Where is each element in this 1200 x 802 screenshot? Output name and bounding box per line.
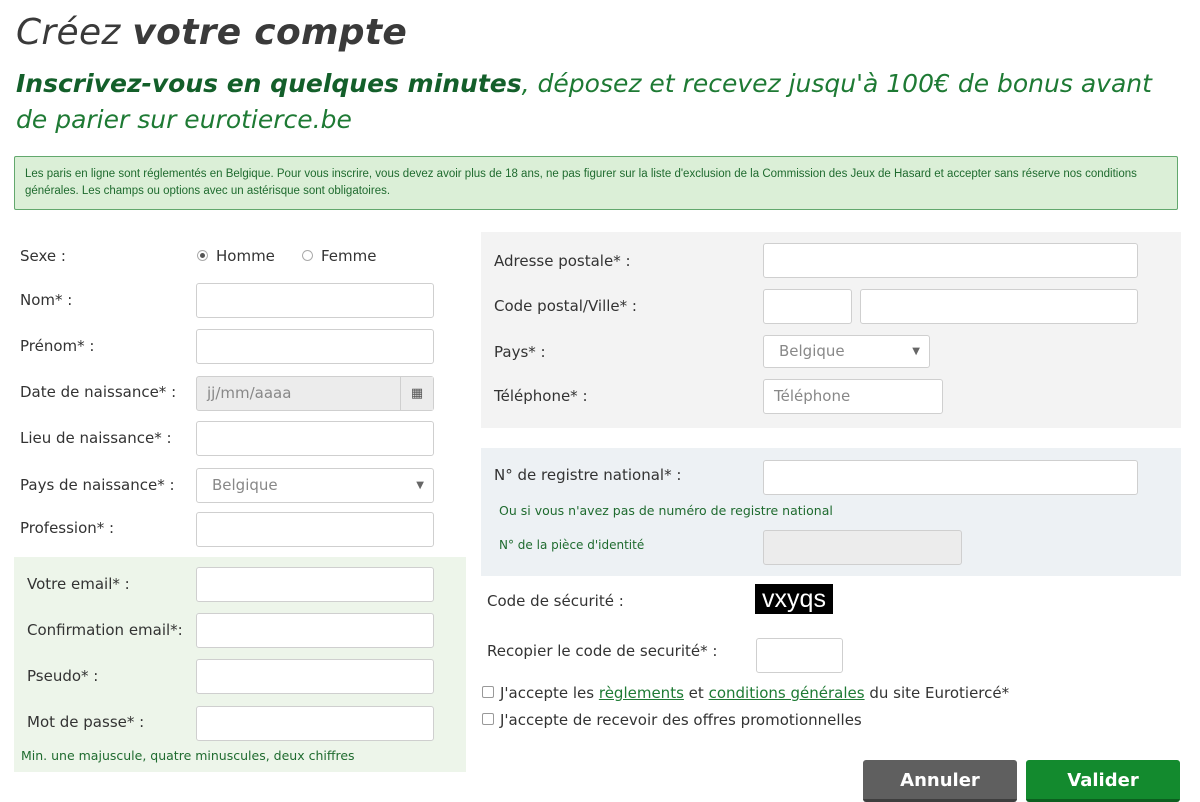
nom-input[interactable]	[196, 283, 434, 318]
email-confirm-label: Confirmation email*:	[27, 621, 183, 639]
radio-homme[interactable]	[197, 250, 208, 261]
profession-input[interactable]	[196, 512, 434, 547]
security-copy-label: Recopier le code de securité* :	[487, 642, 718, 660]
security-code-input[interactable]	[756, 638, 843, 673]
country-value: Belgique	[779, 342, 845, 360]
chevron-down-icon: ▼	[416, 480, 424, 491]
nom-label: Nom* :	[20, 291, 73, 309]
phone-placeholder: Téléphone	[774, 387, 851, 405]
birthdate-label: Date de naissance* :	[20, 383, 177, 401]
submit-button[interactable]: Valider	[1026, 760, 1180, 802]
homme-label[interactable]: Homme	[216, 247, 275, 265]
captcha-image: vxyqs	[755, 584, 833, 614]
password-label: Mot de passe* :	[27, 713, 145, 731]
accept-prefix: J'accepte les	[500, 684, 595, 702]
profession-label: Profession* :	[20, 519, 115, 537]
accept-mid: et	[688, 684, 704, 702]
legal-notice: Les paris en ligne sont réglementés en B…	[14, 156, 1178, 210]
postal-code-input[interactable]	[763, 289, 852, 324]
terms-link[interactable]: conditions générales	[709, 684, 865, 702]
country-select[interactable]: Belgique ▼	[763, 335, 930, 368]
birth-country-select[interactable]: Belgique ▼	[196, 468, 434, 503]
pseudo-label: Pseudo* :	[27, 667, 99, 685]
phone-input[interactable]: Téléphone	[763, 379, 943, 414]
registry-alt-text: Ou si vous n'avez pas de numéro de regis…	[499, 503, 833, 518]
registry-input[interactable]	[763, 460, 1138, 495]
pseudo-input[interactable]	[196, 659, 434, 694]
accept-suffix: du site Eurotiercé*	[869, 684, 1010, 702]
birth-country-value: Belgique	[212, 476, 278, 494]
id-document-input[interactable]	[763, 530, 962, 565]
birthplace-input[interactable]	[196, 421, 434, 456]
femme-label[interactable]: Femme	[321, 247, 377, 265]
accept-terms-checkbox[interactable]	[482, 686, 494, 698]
page-subtitle: Inscrivez-vous en quelques minutes, dépo…	[16, 66, 1186, 138]
email-confirm-input[interactable]	[196, 613, 434, 648]
prenom-input[interactable]	[196, 329, 434, 364]
id-document-label: N° de la pièce d'identité	[499, 538, 645, 552]
birth-country-label: Pays de naissance* :	[20, 476, 175, 494]
security-code-label: Code de sécurité :	[487, 592, 624, 610]
birthdate-placeholder: jj/mm/aaaa	[207, 384, 292, 402]
calendar-icon[interactable]: ▦	[400, 377, 433, 410]
password-hint: Min. une majuscule, quatre minuscules, d…	[21, 748, 355, 763]
title-light: Créez	[16, 12, 121, 53]
birthplace-label: Lieu de naissance* :	[20, 429, 172, 447]
city-input[interactable]	[860, 289, 1138, 324]
birthdate-input[interactable]: jj/mm/aaaa ▦	[196, 376, 434, 411]
email-label: Votre email* :	[27, 575, 130, 593]
promo-label: J'accepte de recevoir des offres promoti…	[500, 711, 862, 729]
address-label: Adresse postale* :	[494, 252, 631, 270]
password-input[interactable]	[196, 706, 434, 741]
phone-label: Téléphone* :	[494, 387, 588, 405]
postal-city-label: Code postal/Ville* :	[494, 297, 637, 315]
country-label: Pays* :	[494, 343, 546, 361]
page-title: Créez votre compte	[16, 12, 407, 53]
email-input[interactable]	[196, 567, 434, 602]
chevron-down-icon: ▼	[912, 346, 920, 357]
prenom-label: Prénom* :	[20, 337, 95, 355]
registry-label: N° de registre national* :	[494, 466, 682, 484]
cancel-button[interactable]: Annuler	[863, 760, 1017, 802]
accept-terms-text: J'accepte les règlements et conditions g…	[500, 684, 1009, 702]
address-input[interactable]	[763, 243, 1138, 278]
promo-checkbox[interactable]	[482, 713, 494, 725]
radio-femme[interactable]	[302, 250, 313, 261]
rules-link[interactable]: règlements	[599, 684, 684, 702]
title-bold: votre compte	[132, 12, 408, 53]
subtitle-bold: Inscrivez-vous en quelques minutes	[16, 69, 522, 98]
sexe-label: Sexe :	[20, 247, 66, 265]
